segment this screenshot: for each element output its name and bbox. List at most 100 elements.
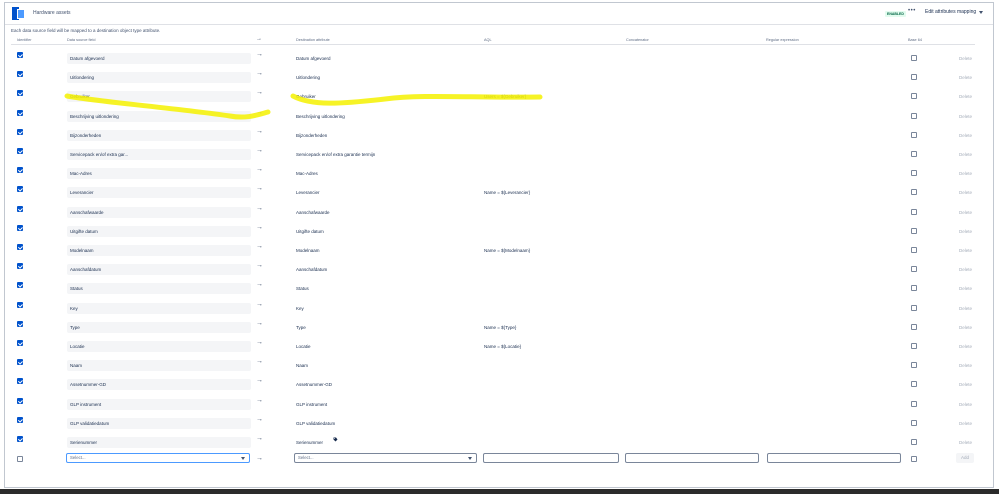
base64-checkbox[interactable]: [911, 151, 917, 157]
delete-button[interactable]: Delete: [959, 248, 972, 253]
identifier-checkbox[interactable]: [17, 110, 23, 116]
delete-button[interactable]: Delete: [959, 152, 972, 157]
more-options-button[interactable]: •••: [908, 8, 916, 14]
base64-checkbox[interactable]: [911, 285, 917, 291]
identifier-checkbox[interactable]: [17, 302, 23, 308]
base64-checkbox[interactable]: [911, 132, 917, 138]
identifier-checkbox[interactable]: [17, 167, 23, 173]
identifier-checkbox[interactable]: [17, 71, 23, 77]
source-field-chip[interactable]: Uitgifte datum: [67, 226, 251, 237]
add-mapping-button[interactable]: Add: [956, 453, 974, 463]
source-field-chip[interactable]: Gebruiker: [67, 91, 251, 102]
delete-button[interactable]: Delete: [959, 210, 972, 215]
destination-attribute-select[interactable]: Select...: [294, 453, 477, 463]
table-header: Identifier Data source field → Destinati…: [11, 36, 975, 45]
identifier-checkbox[interactable]: [17, 340, 23, 346]
source-field-chip[interactable]: GLP validatiedatum: [67, 418, 251, 429]
identifier-checkbox[interactable]: [17, 52, 23, 58]
base64-checkbox[interactable]: [911, 228, 917, 234]
identifier-checkbox[interactable]: [17, 417, 23, 423]
base64-checkbox[interactable]: [911, 55, 917, 61]
table-row: Datum afgevoerd → Datum afgevoerd Delete: [11, 49, 975, 67]
delete-button[interactable]: Delete: [959, 363, 972, 368]
base64-checkbox[interactable]: [911, 113, 917, 119]
delete-button[interactable]: Delete: [959, 325, 972, 330]
base64-checkbox[interactable]: [911, 439, 917, 445]
delete-button[interactable]: Delete: [959, 56, 972, 61]
base64-checkbox[interactable]: [911, 343, 917, 349]
base64-checkbox[interactable]: [911, 247, 917, 253]
source-field-select[interactable]: Select...: [66, 453, 250, 463]
arrow-right-icon: →: [256, 262, 263, 269]
table-row: Uitlondering → Uitlondering Delete: [11, 68, 975, 86]
base64-checkbox[interactable]: [911, 209, 917, 215]
source-field-chip[interactable]: Aanschafwaarde: [67, 207, 251, 218]
identifier-checkbox[interactable]: [17, 186, 23, 192]
base64-checkbox[interactable]: [911, 420, 917, 426]
concatenator-input[interactable]: [625, 453, 759, 463]
delete-button[interactable]: Delete: [959, 306, 972, 311]
source-field-chip[interactable]: GLP instrument: [67, 399, 251, 410]
source-field-chip[interactable]: Status: [67, 283, 251, 294]
delete-button[interactable]: Delete: [959, 286, 972, 291]
table-row: GLP validatiedatum → GLP validatiedatum Del…: [11, 414, 975, 432]
delete-button[interactable]: Delete: [959, 440, 972, 445]
identifier-checkbox[interactable]: [17, 321, 23, 327]
identifier-checkbox[interactable]: [17, 263, 23, 269]
source-field-chip[interactable]: Type: [67, 322, 251, 333]
source-field-chip[interactable]: Modelnaam: [67, 245, 251, 256]
source-field-chip[interactable]: Aanschafdatum: [67, 264, 251, 275]
base64-checkbox[interactable]: [911, 401, 917, 407]
identifier-checkbox[interactable]: [17, 90, 23, 96]
base64-checkbox[interactable]: [911, 456, 917, 462]
base64-checkbox[interactable]: [911, 266, 917, 272]
source-field-chip[interactable]: Locatie: [67, 341, 251, 352]
source-field-chip[interactable]: Leverancier: [67, 187, 251, 198]
regular-expression-input[interactable]: [767, 453, 901, 463]
delete-button[interactable]: Delete: [959, 94, 972, 99]
base64-checkbox[interactable]: [911, 93, 917, 99]
source-field-chip[interactable]: Serienummer: [67, 437, 251, 448]
delete-button[interactable]: Delete: [959, 267, 972, 272]
source-field-chip[interactable]: Uitlondering: [67, 72, 251, 83]
identifier-checkbox[interactable]: [17, 244, 23, 250]
identifier-checkbox[interactable]: [17, 148, 23, 154]
delete-button[interactable]: Delete: [959, 133, 972, 138]
delete-button[interactable]: Delete: [959, 229, 972, 234]
base64-checkbox[interactable]: [911, 74, 917, 80]
source-field-chip[interactable]: Beschrijving uitlondering: [67, 111, 251, 122]
identifier-checkbox[interactable]: [17, 436, 23, 442]
source-field-chip[interactable]: Bijzonderheden: [67, 130, 251, 141]
delete-button[interactable]: Delete: [959, 344, 972, 349]
delete-button[interactable]: Delete: [959, 75, 972, 80]
delete-button[interactable]: Delete: [959, 114, 972, 119]
identifier-checkbox[interactable]: [17, 225, 23, 231]
edit-attributes-mapping-button[interactable]: Edit attributes mapping: [925, 9, 984, 15]
source-field-chip[interactable]: Servicepack en/of extra gar...: [67, 149, 251, 160]
delete-button[interactable]: Delete: [959, 171, 972, 176]
delete-button[interactable]: Delete: [959, 402, 972, 407]
source-field-chip[interactable]: Naam: [67, 360, 251, 371]
base64-checkbox[interactable]: [911, 324, 917, 330]
identifier-checkbox[interactable]: [17, 206, 23, 212]
source-field-chip[interactable]: Mac-Adres: [67, 168, 251, 179]
source-field-chip[interactable]: Assetnummer-GD: [67, 379, 251, 390]
source-field-chip[interactable]: Key: [67, 303, 251, 314]
arrow-right-icon: →: [256, 147, 263, 154]
delete-button[interactable]: Delete: [959, 421, 972, 426]
identifier-checkbox[interactable]: [17, 378, 23, 384]
source-field-chip[interactable]: Datum afgevoerd: [67, 53, 251, 64]
identifier-checkbox[interactable]: [17, 456, 23, 462]
base64-checkbox[interactable]: [911, 362, 917, 368]
base64-checkbox[interactable]: [911, 189, 917, 195]
base64-checkbox[interactable]: [911, 305, 917, 311]
identifier-checkbox[interactable]: [17, 282, 23, 288]
delete-button[interactable]: Delete: [959, 190, 972, 195]
identifier-checkbox[interactable]: [17, 359, 23, 365]
delete-button[interactable]: Delete: [959, 382, 972, 387]
identifier-checkbox[interactable]: [17, 398, 23, 404]
aql-input[interactable]: [483, 453, 619, 463]
identifier-checkbox[interactable]: [17, 129, 23, 135]
base64-checkbox[interactable]: [911, 170, 917, 176]
base64-checkbox[interactable]: [911, 381, 917, 387]
